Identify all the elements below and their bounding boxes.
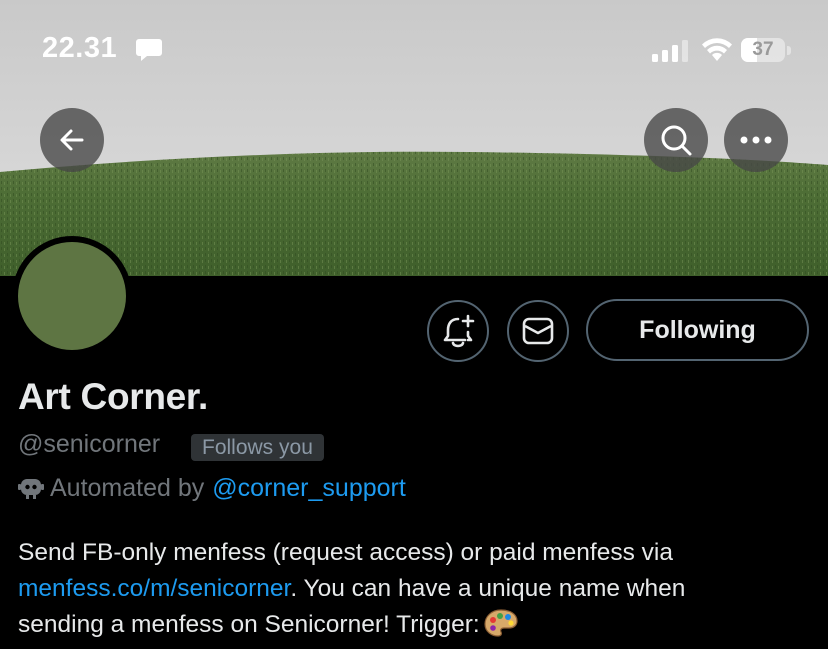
- artist-palette-icon: [484, 609, 518, 637]
- bio-line-1: Send FB-only menfess (request access) or…: [18, 539, 673, 566]
- automated-by-text: Automated by: [50, 473, 205, 502]
- battery-percent: 37: [752, 39, 774, 60]
- bot-icon: [18, 479, 44, 499]
- bio-line-2-text: . You can have a unique name when: [290, 575, 686, 602]
- following-button[interactable]: Following: [586, 299, 809, 361]
- arrow-left-icon: [60, 129, 84, 151]
- profile-avatar[interactable]: [12, 236, 132, 356]
- automated-label: Automated by @corner_support: [18, 473, 406, 503]
- display-name: Art Corner.: [18, 376, 208, 417]
- search-icon: [661, 125, 692, 156]
- profile-bio: Send FB-only menfess (request access) or…: [18, 535, 818, 643]
- battery-indicator: 37: [741, 38, 793, 64]
- envelope-icon: [522, 317, 554, 345]
- bio-line-2: menfess.co/m/senicorner. You can have a …: [18, 571, 818, 607]
- search-button[interactable]: [644, 108, 708, 172]
- follows-you-badge: Follows you: [191, 434, 324, 461]
- bio-line-3: sending a menfess on Senicorner! Trigger…: [18, 607, 818, 643]
- back-button[interactable]: [40, 108, 104, 172]
- avatar-image: [18, 242, 126, 350]
- more-horizontal-icon: [740, 136, 772, 144]
- cellular-signal-icon: [652, 40, 688, 62]
- bio-link[interactable]: menfess.co/m/senicorner: [18, 575, 290, 602]
- more-options-button[interactable]: [724, 108, 788, 172]
- notifications-button[interactable]: [427, 300, 489, 362]
- status-time: 22.31: [42, 32, 118, 64]
- profile-handle: @senicorner: [18, 430, 161, 458]
- battery-nub: [787, 46, 791, 55]
- chat-bubble-icon: [136, 39, 162, 61]
- wifi-icon: [702, 38, 732, 61]
- bell-plus-icon: [443, 314, 475, 348]
- bio-line-3-text: sending a menfess on Senicorner! Trigger…: [18, 611, 480, 638]
- automated-by-link[interactable]: @corner_support: [212, 474, 406, 503]
- message-button[interactable]: [507, 300, 569, 362]
- profile-page: 22.31 37 Following Art Corner. @senicorn…: [0, 0, 828, 649]
